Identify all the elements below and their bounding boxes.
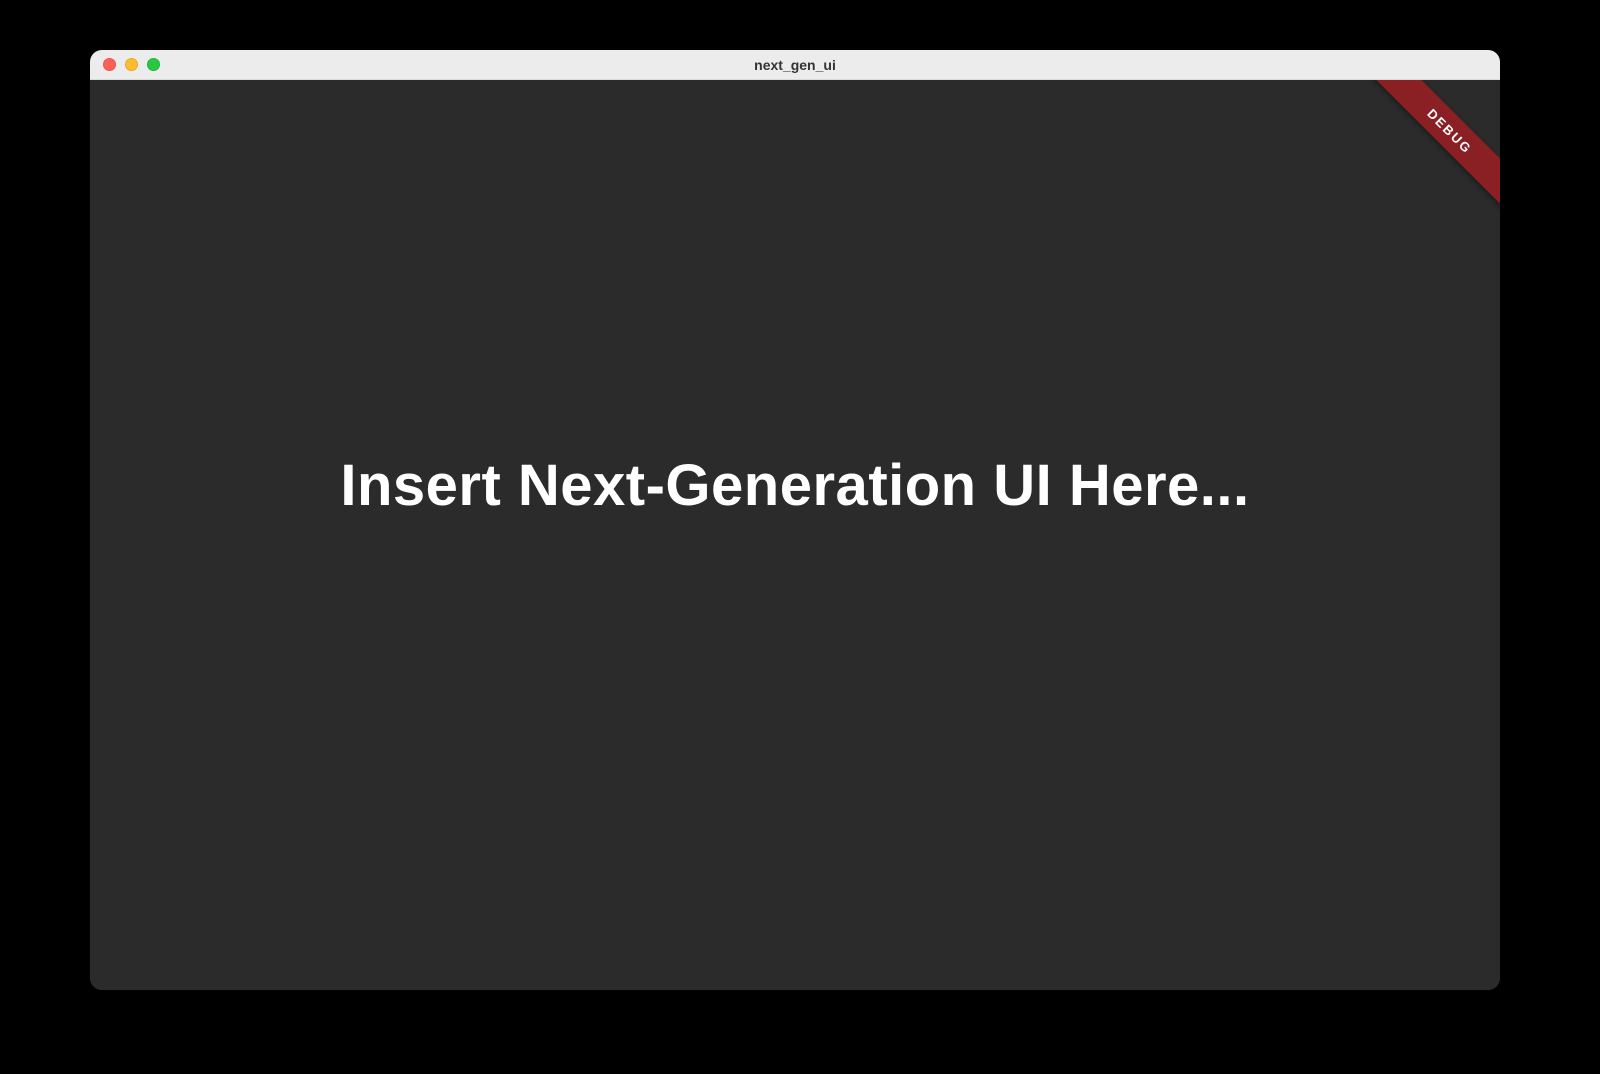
app-content: Insert Next-Generation UI Here... DEBUG [90,80,1500,990]
traffic-lights [90,58,160,71]
window-titlebar: next_gen_ui [90,50,1500,80]
debug-ribbon: DEBUG [1361,80,1500,220]
close-window-button[interactable] [103,58,116,71]
app-window: next_gen_ui Insert Next-Generation UI He… [90,50,1500,990]
window-title: next_gen_ui [90,57,1500,73]
placeholder-headline: Insert Next-Generation UI Here... [340,452,1249,519]
zoom-window-button[interactable] [147,58,160,71]
minimize-window-button[interactable] [125,58,138,71]
